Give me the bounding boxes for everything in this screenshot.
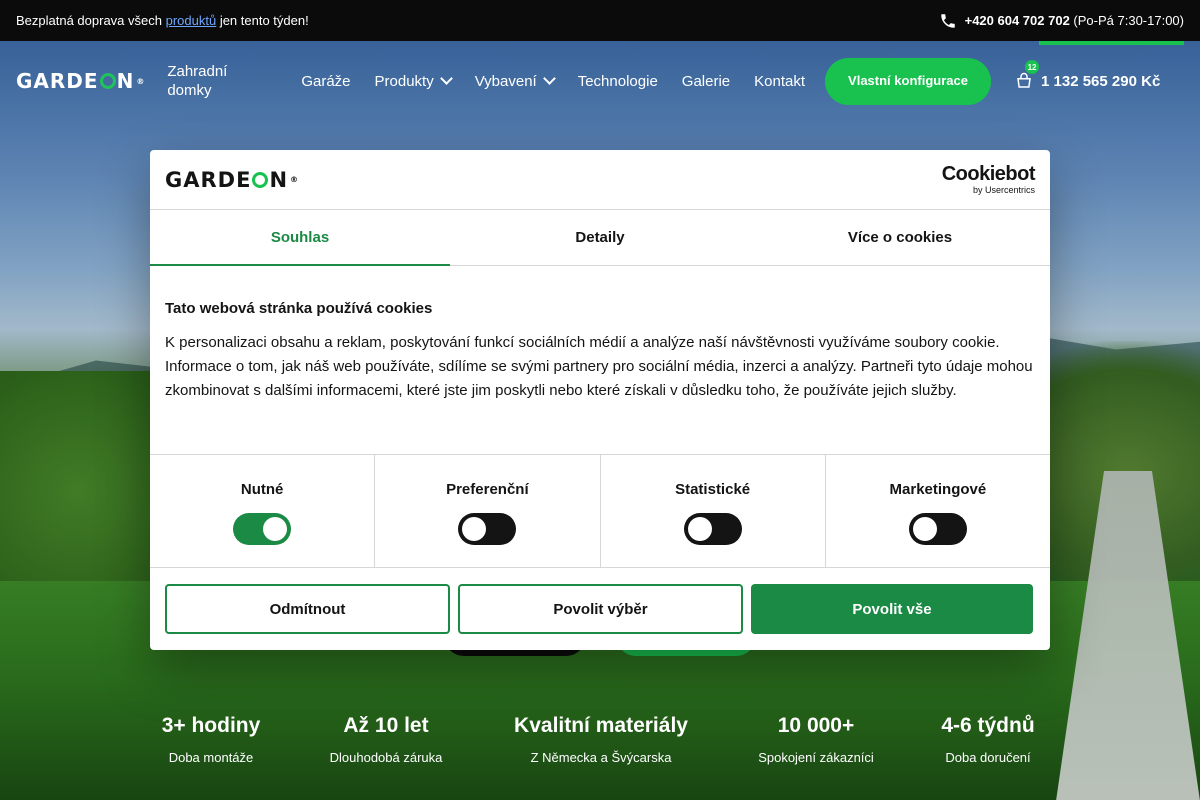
promo-before: Bezplatná doprava všech	[16, 13, 166, 28]
site-header: GARDE N ® Zahradní domky Garáže Produkty V…	[0, 41, 1200, 121]
stats-row: 3+ hodiny Doba montáže Až 10 let Dlouhod…	[0, 714, 1200, 784]
stat-label: Dlouhodobá záruka	[329, 750, 443, 765]
stat-item: 3+ hodiny Doba montáže	[162, 714, 261, 765]
stat-value: 3+ hodiny	[161, 714, 261, 737]
allow-selection-button[interactable]: Povolit výběr	[458, 584, 743, 634]
site-subtitle: Zahradní domky	[167, 63, 228, 99]
cookiebot-logo[interactable]: Cookiebot by Usercentrics	[941, 163, 1036, 195]
allow-all-button[interactable]: Povolit vše	[751, 584, 1033, 634]
dialog-tabs: Souhlas Detaily Více o cookies	[150, 210, 1050, 266]
tab-vice-o-cookies[interactable]: Více o cookies	[750, 210, 1050, 265]
main-nav: Garáže Produkty Vybavení Technologie Gal…	[301, 72, 805, 90]
toggle-label: Preferenční	[446, 481, 529, 498]
toggle-knob	[912, 517, 937, 541]
nav-item-technologie[interactable]: Technologie	[578, 73, 658, 90]
toggle-statisticke[interactable]	[683, 513, 742, 545]
nav-item-garaze[interactable]: Garáže	[301, 73, 350, 90]
cookiebot-name: Cookiebot	[941, 163, 1036, 185]
stat-value: 4-6 týdnů	[941, 714, 1035, 737]
stat-label: Z Německa a Švýcarska	[530, 750, 672, 765]
phone-contact[interactable]: +420 604 702 702 (Po-Pá 7:30-17:00)	[939, 12, 1184, 30]
stat-value: Kvalitní materiály	[514, 714, 688, 737]
promo-after: jen tento týden!	[216, 13, 309, 28]
nav-item-galerie[interactable]: Galerie	[682, 73, 730, 90]
stat-label: Doba montáže	[168, 750, 254, 765]
phone-icon	[940, 13, 955, 28]
dialog-logo: GARDE N ®	[165, 167, 300, 192]
toggle-knob	[263, 517, 288, 541]
toggle-preferencni[interactable]	[458, 513, 517, 545]
site-logo[interactable]: GARDE N ®	[16, 69, 145, 93]
stat-item: 10 000+ Spokojení zákazníci	[758, 714, 874, 765]
cart-total: 1 132 565 290 Kč	[1041, 72, 1161, 90]
logo-o-icon	[99, 73, 116, 89]
toggle-label: Marketingové	[889, 481, 987, 498]
stat-label: Doba doručení	[945, 750, 1031, 765]
phone-number: +420 604 702 702	[964, 13, 1070, 28]
dialog-heading: Tato webová stránka používá cookies	[165, 300, 433, 317]
dialog-header: GARDE N ® Cookiebot by Usercentrics	[150, 150, 1050, 210]
toggle-group-marketingove: Marketingové	[826, 455, 1050, 567]
nav-item-vybaveni[interactable]: Vybavení	[475, 72, 556, 90]
tab-souhlas[interactable]: Souhlas	[150, 210, 450, 266]
dialog-body: Tato webová stránka používá cookies K pe…	[150, 266, 1050, 455]
custom-configuration-button[interactable]: Vlastní konfigurace	[825, 57, 992, 105]
toggle-label: Nutné	[240, 481, 284, 498]
toggle-group-nutne: Nutné	[150, 455, 376, 567]
stat-item: Kvalitní materiály Z Německa a Švýcarska	[514, 714, 688, 765]
tab-detaily[interactable]: Detaily	[450, 210, 750, 265]
toggle-nutne[interactable]	[233, 513, 292, 545]
nav-item-produkty[interactable]: Produkty	[375, 72, 453, 90]
cart[interactable]: 12 1 132 565 290 Kč	[1015, 60, 1161, 90]
toggle-knob	[462, 517, 487, 541]
reject-button[interactable]: Odmítnout	[165, 584, 450, 634]
stat-item: 4-6 týdnů Doba doručení	[941, 714, 1034, 765]
promo-text: Bezplatná doprava všech produktů jen ten…	[16, 13, 309, 28]
cart-icon	[1017, 72, 1031, 88]
chevron-down-icon	[439, 72, 453, 85]
cookiebot-sub: by Usercentrics	[972, 185, 1035, 195]
stat-label: Spokojení zákazníci	[758, 750, 874, 765]
toggle-knob	[687, 517, 712, 541]
stat-value: Až 10 let	[343, 714, 429, 737]
stat-item: Až 10 let Dlouhodobá záruka	[330, 714, 443, 765]
cart-count-badge: 12	[1025, 60, 1040, 74]
cookie-consent-dialog: GARDE N ® Cookiebot by Usercentrics Souhla…	[150, 150, 1050, 650]
stat-value: 10 000+	[777, 714, 855, 737]
nav-item-kontakt[interactable]: Kontakt	[754, 73, 805, 90]
toggle-label: Statistické	[675, 481, 751, 498]
phone-hours: (Po-Pá 7:30-17:00)	[1073, 13, 1184, 28]
top-bar: Bezplatná doprava všech produktů jen ten…	[0, 0, 1200, 41]
dialog-actions: Odmítnout Povolit výběr Povolit vše	[150, 568, 1050, 650]
promo-products-link[interactable]: produktů	[166, 13, 217, 28]
logo-o-icon	[252, 171, 269, 188]
dialog-text: K personalizaci obsahu a reklam, poskyto…	[165, 334, 1033, 399]
toggle-marketingove[interactable]	[908, 513, 967, 545]
chevron-down-icon	[542, 72, 556, 85]
toggle-group-preferencni: Preferenční	[375, 455, 601, 567]
consent-toggles: Nutné Preferenční Statistické Marketingo…	[150, 455, 1050, 568]
toggle-group-statisticke: Statistické	[601, 455, 826, 567]
logo-text: GARDE	[16, 69, 99, 93]
